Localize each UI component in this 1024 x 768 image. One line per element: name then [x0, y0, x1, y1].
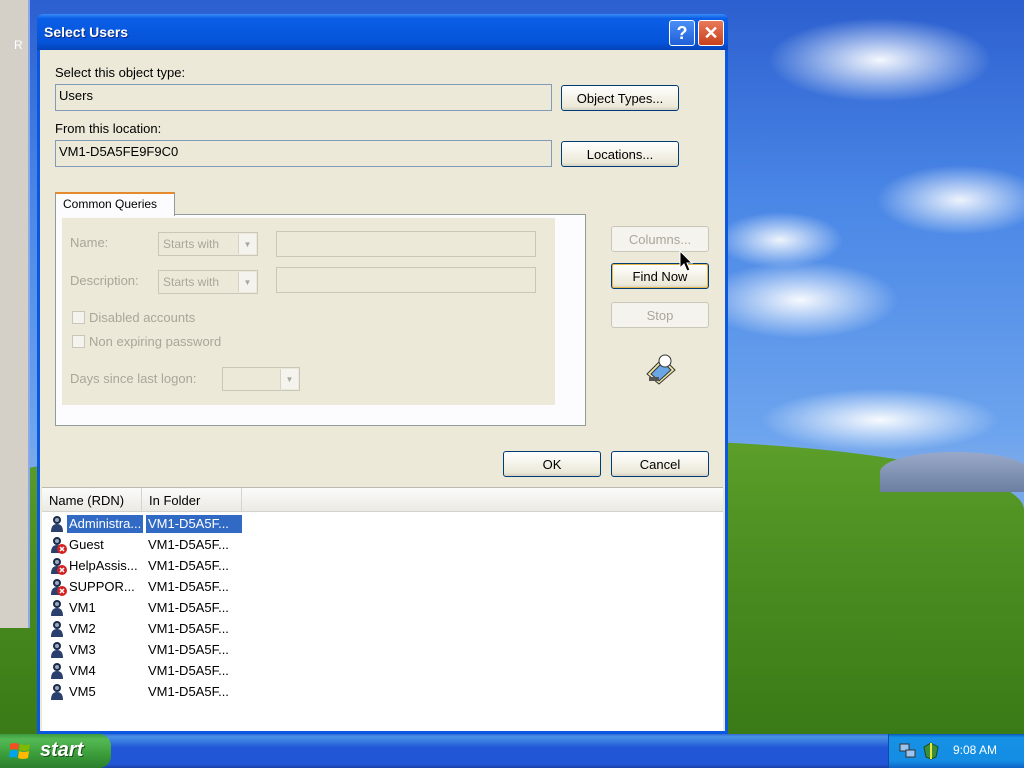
- row-name: VM2: [69, 621, 96, 636]
- row-folder: VM1-D5A5F...: [148, 663, 229, 678]
- days-since-logon-label: Days since last logon:: [70, 371, 197, 386]
- table-row[interactable]: HelpAssis... VM1-D5A5F...: [46, 556, 446, 576]
- description-mode-select[interactable]: Starts with ▼: [158, 270, 258, 294]
- non-expiring-label: Non expiring password: [89, 334, 222, 349]
- row-folder: VM1-D5A5F...: [146, 515, 242, 533]
- taskbar: start 9:08 AM: [0, 734, 1024, 768]
- results-header: Name (RDN) In Folder: [42, 488, 723, 512]
- system-tray: 9:08 AM: [888, 734, 1024, 768]
- mouse-cursor-icon: [679, 250, 694, 272]
- row-folder: VM1-D5A5F...: [148, 600, 229, 615]
- stop-button[interactable]: Stop: [611, 302, 709, 328]
- table-row[interactable]: SUPPOR... VM1-D5A5F...: [46, 577, 446, 597]
- user-icon: [51, 516, 63, 532]
- disabled-accounts-label: Disabled accounts: [89, 310, 196, 325]
- table-row[interactable]: VM4 VM1-D5A5F...: [46, 661, 446, 681]
- table-row[interactable]: VM3 VM1-D5A5F...: [46, 640, 446, 660]
- table-row[interactable]: Guest VM1-D5A5F...: [46, 535, 446, 555]
- columns-button[interactable]: Columns...: [611, 226, 709, 252]
- row-name: Administra...: [66, 514, 144, 534]
- cancel-button[interactable]: Cancel: [611, 451, 709, 477]
- table-row[interactable]: VM5 VM1-D5A5F...: [46, 682, 446, 702]
- network-icon[interactable]: [899, 742, 917, 760]
- name-mode-value: Starts with: [163, 237, 220, 251]
- row-name: HelpAssis...: [69, 558, 138, 573]
- disabled-user-icon: [51, 579, 67, 596]
- dialog-title: Select Users: [44, 24, 129, 40]
- column-header-folder[interactable]: In Folder: [142, 488, 242, 512]
- row-name: Guest: [69, 537, 104, 552]
- days-since-logon-select[interactable]: ▼: [222, 367, 300, 391]
- tab-common-queries[interactable]: Common Queries: [55, 192, 175, 216]
- location-field: VM1-D5A5FE9F9C0: [55, 140, 552, 167]
- common-queries-panel: Name: Starts with ▼ Description: Starts …: [55, 214, 586, 426]
- table-row[interactable]: VM2 VM1-D5A5F...: [46, 619, 446, 639]
- non-expiring-checkbox[interactable]: [72, 335, 85, 348]
- select-users-dialog: Select Users ? ✕ Select this object type…: [37, 14, 728, 734]
- disabled-user-icon: [51, 537, 67, 554]
- close-icon[interactable]: ✕: [698, 20, 724, 46]
- user-icon: [51, 642, 63, 658]
- user-icon: [51, 663, 63, 679]
- row-folder: VM1-D5A5F...: [148, 537, 229, 552]
- row-name: VM5: [69, 684, 96, 699]
- column-header-name[interactable]: Name (RDN): [42, 488, 142, 512]
- object-type-label: Select this object type:: [55, 65, 186, 80]
- description-query-input[interactable]: [276, 267, 536, 293]
- row-name: VM1: [69, 600, 96, 615]
- desktop-mountain: [880, 452, 1024, 492]
- row-folder: VM1-D5A5F...: [148, 579, 229, 594]
- locations-button[interactable]: Locations...: [561, 141, 679, 167]
- help-icon[interactable]: ?: [669, 20, 695, 46]
- table-row[interactable]: VM1 VM1-D5A5F...: [46, 598, 446, 618]
- start-button[interactable]: start: [0, 734, 111, 768]
- ok-button[interactable]: OK: [503, 451, 601, 477]
- chevron-down-icon[interactable]: ▼: [280, 369, 298, 389]
- row-folder: VM1-D5A5F...: [148, 684, 229, 699]
- queries-area: Name: Starts with ▼ Description: Starts …: [62, 218, 555, 405]
- name-query-label: Name:: [70, 235, 109, 250]
- clock[interactable]: 9:08 AM: [953, 743, 997, 757]
- disabled-accounts-checkbox[interactable]: [72, 311, 85, 324]
- description-query-label: Description:: [70, 273, 139, 288]
- object-types-button[interactable]: Object Types...: [561, 85, 679, 111]
- row-name: VM4: [69, 663, 96, 678]
- name-mode-select[interactable]: Starts with ▼: [158, 232, 258, 256]
- row-folder: VM1-D5A5F...: [148, 642, 229, 657]
- row-folder: VM1-D5A5F...: [148, 621, 229, 636]
- background-window-label: R: [14, 38, 23, 52]
- row-name: SUPPOR...: [69, 579, 135, 594]
- user-icon: [51, 600, 63, 616]
- search-flashlight-icon: [646, 354, 676, 385]
- location-label: From this location:: [55, 121, 162, 136]
- search-results-list[interactable]: Name (RDN) In Folder Administra... VM1-D5…: [42, 487, 723, 731]
- chevron-down-icon[interactable]: ▼: [238, 234, 256, 254]
- user-icon: [51, 621, 63, 637]
- start-label: start: [40, 739, 84, 761]
- user-icon: [51, 684, 63, 700]
- object-type-field: Users: [55, 84, 552, 111]
- background-window[interactable]: [0, 0, 30, 628]
- table-row[interactable]: Administra... VM1-D5A5F...: [46, 514, 446, 534]
- name-query-input[interactable]: [276, 231, 536, 257]
- security-icon[interactable]: [921, 741, 941, 761]
- dialog-client: Select this object type: Users Object Ty…: [40, 50, 725, 731]
- chevron-down-icon[interactable]: ▼: [238, 272, 256, 292]
- disabled-user-icon: [51, 558, 67, 575]
- windows-flag-icon: [9, 743, 30, 759]
- dialog-titlebar[interactable]: Select Users ? ✕: [37, 14, 728, 50]
- description-mode-value: Starts with: [163, 275, 220, 289]
- row-name: VM3: [69, 642, 96, 657]
- row-folder: VM1-D5A5F...: [148, 558, 229, 573]
